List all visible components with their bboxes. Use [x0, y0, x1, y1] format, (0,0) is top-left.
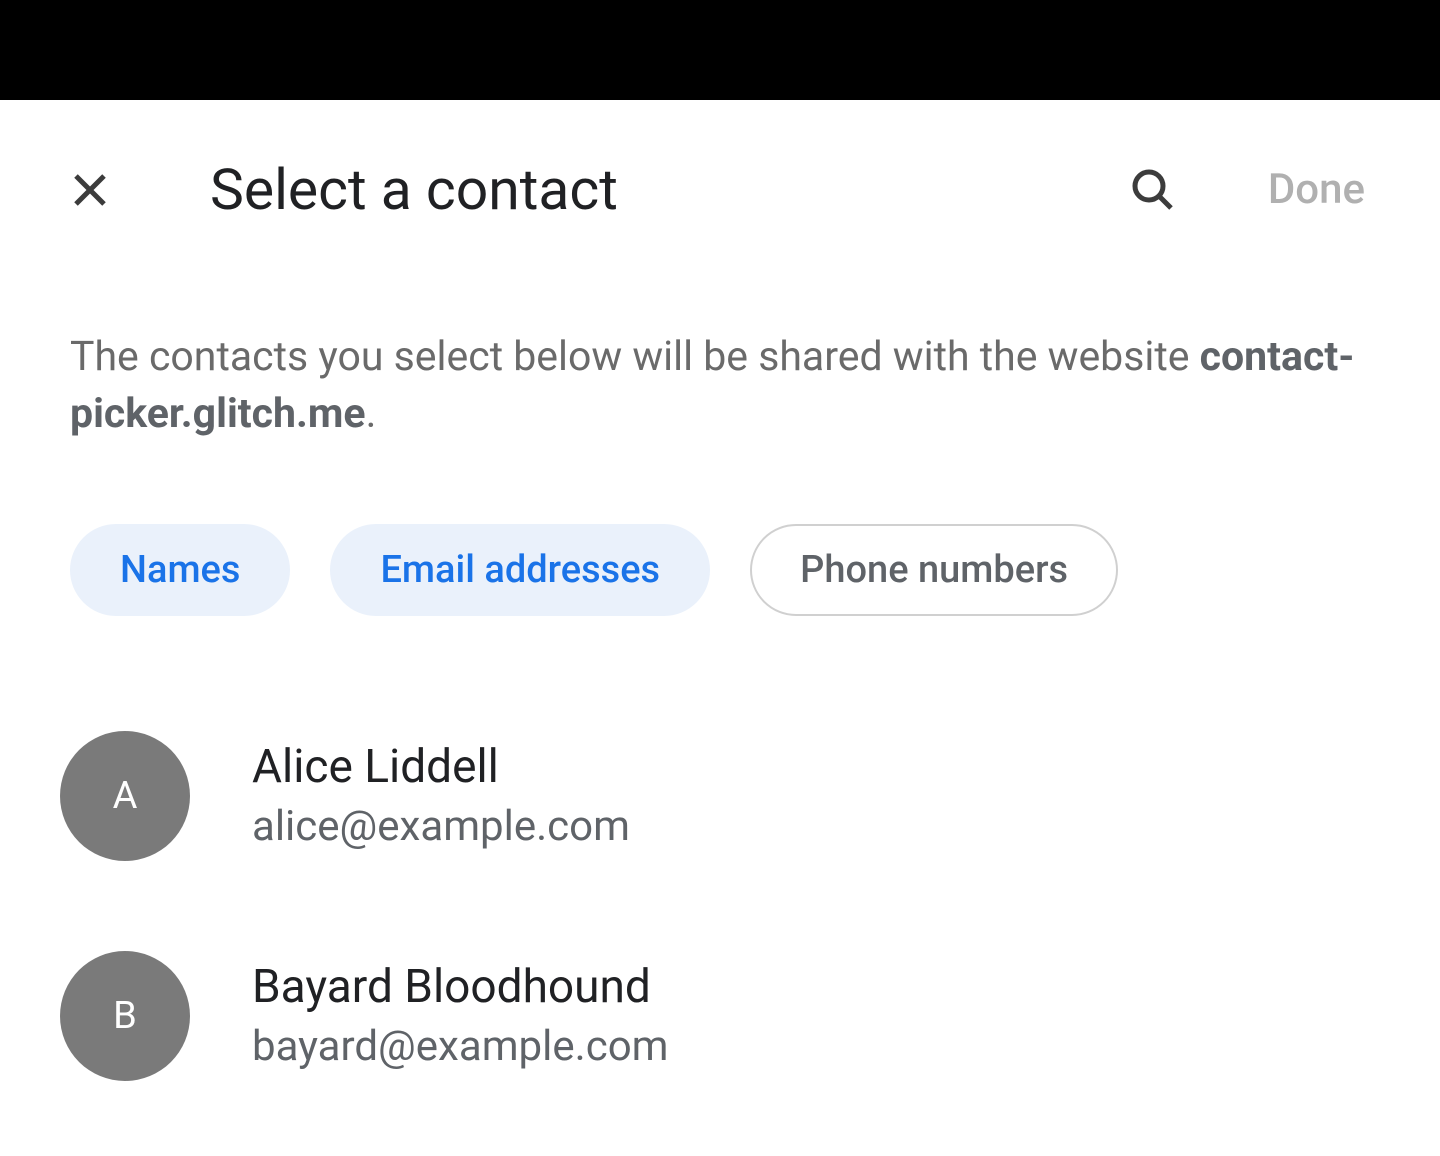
contacts-list: A Alice Liddell alice@example.com B Baya… — [0, 656, 1440, 1156]
avatar: A — [60, 731, 190, 861]
contact-info: Alice Liddell alice@example.com — [252, 740, 630, 851]
chip-names[interactable]: Names — [70, 524, 290, 616]
avatar: B — [60, 951, 190, 1081]
chip-phone[interactable]: Phone numbers — [750, 524, 1118, 616]
close-button[interactable] — [60, 160, 120, 220]
header: Select a contact Done — [0, 100, 1440, 264]
page-title: Select a contact — [210, 156, 1103, 223]
contact-item[interactable]: A Alice Liddell alice@example.com — [60, 686, 1380, 906]
filter-chips: Names Email addresses Phone numbers — [0, 464, 1440, 656]
done-button[interactable]: Done — [1248, 155, 1385, 224]
search-icon — [1129, 166, 1177, 214]
contact-name: Bayard Bloodhound — [252, 960, 668, 1014]
contact-email: alice@example.com — [252, 802, 630, 851]
chip-email[interactable]: Email addresses — [330, 524, 710, 616]
contact-name: Alice Liddell — [252, 740, 630, 794]
status-bar — [0, 0, 1440, 100]
search-button[interactable] — [1123, 160, 1183, 220]
contact-info: Bayard Bloodhound bayard@example.com — [252, 960, 668, 1071]
description-after: . — [366, 390, 377, 438]
contact-item[interactable]: B Bayard Bloodhound bayard@example.com — [60, 906, 1380, 1126]
description-text: The contacts you select below will be sh… — [0, 264, 1440, 464]
contact-email: bayard@example.com — [252, 1022, 668, 1071]
close-icon — [66, 166, 114, 214]
description-before: The contacts you select below will be sh… — [70, 333, 1200, 381]
